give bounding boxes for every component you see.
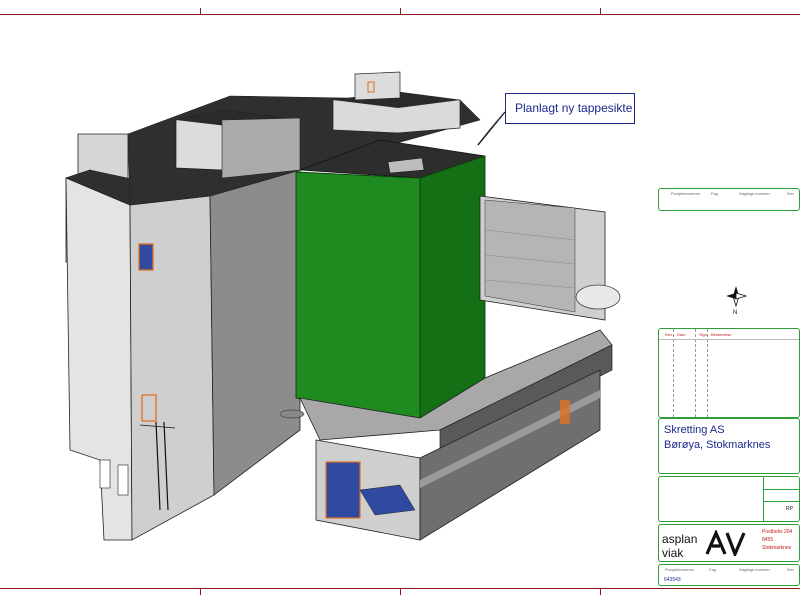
company-logo-text: asplan viak [662, 532, 697, 560]
revision-table: Rev. Dato Sign Beskrivelse [658, 328, 800, 418]
client-location: Børøya, Stokmarknes [664, 439, 771, 451]
title-block-header: Prosjektnummer Fag Dagtegn.nummer Rev [658, 188, 800, 211]
footer-field-discipline: Fag [709, 567, 716, 572]
address-line1: Postboks 204 [762, 529, 793, 535]
logo-line2: viak [662, 546, 684, 560]
revision-header-sign: Sign [699, 332, 708, 337]
project-number: 643543 [664, 577, 681, 583]
company-address: Postboks 204 8455 Stokmarknes [762, 528, 800, 552]
header-field-drawing-number: Dagtegn.nummer [739, 191, 770, 196]
north-label: N [733, 310, 738, 316]
asplan-viak-logo-icon [705, 530, 746, 556]
footer-field-revision: Rev [787, 567, 795, 572]
revision-header-date: Dato [677, 332, 686, 337]
signature-initials: RP [786, 506, 793, 512]
address-line2: 8455 Stokmarknes [762, 537, 792, 551]
client-company: Skretting AS [664, 424, 725, 436]
revision-header-rev: Rev. [665, 332, 673, 337]
footer-field-project: Prosjektnummer [665, 567, 695, 572]
header-field-revision: Rev [787, 191, 795, 196]
drawing-info-block [658, 476, 800, 522]
callout-label: Planlagt ny tappesikte [505, 93, 635, 124]
north-arrow-icon [726, 286, 748, 308]
footer-field-drawing-number: Dagtegn.nummer [739, 567, 770, 572]
header-field-discipline: Fag [711, 191, 718, 196]
logo-line1: asplan [662, 532, 698, 546]
revision-header-description: Beskrivelse [711, 332, 732, 337]
client-info: Skretting AS Børøya, Stokmarknes [664, 423, 770, 453]
header-field-project: Prosjektnummer [671, 191, 701, 196]
